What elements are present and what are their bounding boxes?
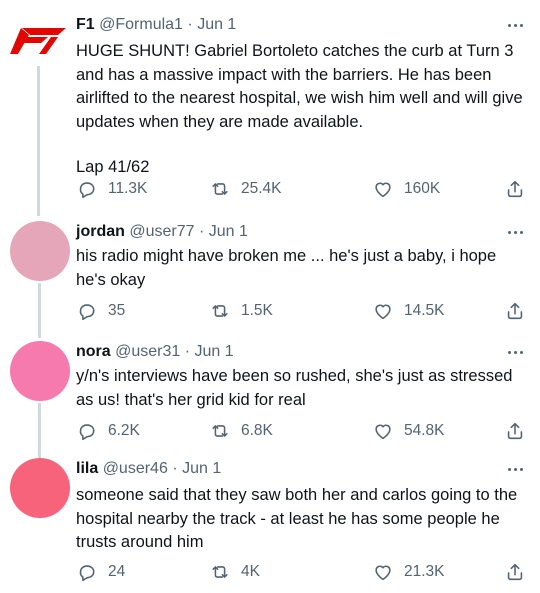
- more-options-icon[interactable]: [504, 222, 526, 242]
- separator: ·: [184, 343, 191, 360]
- f1-logo-icon: [10, 28, 66, 54]
- heart-icon: [375, 565, 391, 581]
- display-name[interactable]: F1: [76, 16, 95, 33]
- heart-icon: [375, 424, 391, 440]
- separator: ·: [172, 460, 178, 477]
- retweet-icon: [212, 183, 228, 195]
- share-button[interactable]: [504, 419, 526, 443]
- like-count: 21.3K: [404, 563, 445, 580]
- heart-icon: [375, 182, 391, 198]
- display-name[interactable]: jordan: [76, 223, 125, 240]
- reply-count: 6.2K: [108, 422, 140, 439]
- retweet-button[interactable]: 4K: [209, 560, 260, 584]
- retweet-icon: [212, 566, 228, 578]
- like-count: 160K: [404, 180, 441, 197]
- share-icon: [507, 422, 523, 440]
- tweet-date[interactable]: Jun 1: [197, 16, 236, 33]
- tweet-paragraph: HUGE SHUNT! Gabriel Bortoleto catches th…: [76, 42, 523, 131]
- reply-icon: [79, 565, 95, 582]
- more-options-icon[interactable]: [504, 15, 526, 35]
- retweet-button[interactable]: 6.8K: [209, 419, 273, 443]
- reply-icon: [79, 182, 95, 199]
- share-button[interactable]: [504, 299, 526, 323]
- thread-line: [38, 403, 41, 458]
- reply-button[interactable]: 6.2K: [76, 419, 140, 443]
- like-button[interactable]: 54.8K: [372, 419, 445, 443]
- tweet-reply[interactable]: nora @user31 · Jun 1 y/n's interviews ha…: [0, 341, 540, 458]
- share-button[interactable]: [504, 177, 526, 201]
- tweet-paragraph: Lap 41/62: [76, 158, 150, 176]
- more-options-icon[interactable]: [504, 342, 526, 362]
- reply-button[interactable]: 35: [76, 299, 125, 323]
- tweet-date[interactable]: Jun 1: [195, 343, 234, 360]
- action-bar: 24 4K 21.3K: [76, 560, 528, 584]
- tweet-text: HUGE SHUNT! Gabriel Bortoleto catches th…: [76, 40, 528, 180]
- heart-icon: [375, 304, 391, 320]
- action-bar: 35 1.5K 14.5K: [76, 299, 528, 323]
- action-bar: 11.3K 25.4K 160K: [76, 177, 528, 201]
- retweet-count: 6.8K: [241, 422, 273, 439]
- share-button[interactable]: [504, 560, 526, 584]
- like-button[interactable]: 160K: [372, 177, 440, 201]
- tweet-f1[interactable]: F1 @Formula1 · Jun 1 HUGE SHUNT! Gabriel…: [0, 14, 540, 216]
- reply-button[interactable]: 11.3K: [76, 177, 147, 201]
- more-options-icon[interactable]: [504, 459, 526, 479]
- avatar[interactable]: [10, 221, 70, 281]
- share-icon: [507, 180, 523, 198]
- user-handle[interactable]: @user77: [129, 223, 194, 240]
- tweet-text: his radio might have broken me ... he's …: [76, 245, 528, 292]
- tweet-header: F1 @Formula1 · Jun 1: [76, 14, 236, 36]
- tweet-date[interactable]: Jun 1: [182, 460, 221, 477]
- like-button[interactable]: 21.3K: [372, 560, 445, 584]
- user-handle[interactable]: @Formula1: [99, 16, 183, 33]
- tweet-thread: F1 @Formula1 · Jun 1 HUGE SHUNT! Gabriel…: [0, 0, 540, 593]
- display-name[interactable]: lila: [76, 460, 98, 477]
- retweet-count: 25.4K: [241, 180, 282, 197]
- tweet-paragraph: someone said that they saw both her and …: [76, 486, 518, 551]
- reply-icon: [79, 424, 95, 441]
- tweet-reply[interactable]: lila @user46 · Jun 1 someone said that t…: [0, 458, 540, 588]
- reply-count: 11.3K: [108, 180, 148, 197]
- retweet-button[interactable]: 1.5K: [209, 299, 273, 323]
- like-count: 54.8K: [404, 422, 445, 439]
- separator: ·: [198, 223, 205, 240]
- retweet-icon: [212, 305, 228, 317]
- tweet-header: jordan @user77 · Jun 1: [76, 221, 248, 243]
- retweet-count: 4K: [241, 563, 260, 580]
- like-count: 14.5K: [404, 302, 445, 319]
- retweet-count: 1.5K: [241, 302, 273, 319]
- avatar[interactable]: [8, 20, 72, 80]
- display-name[interactable]: nora: [76, 343, 111, 360]
- share-icon: [507, 302, 523, 320]
- avatar[interactable]: [10, 341, 70, 401]
- tweet-header: nora @user31 · Jun 1: [76, 341, 234, 363]
- like-button[interactable]: 14.5K: [372, 299, 445, 323]
- tweet-text: someone said that they saw both her and …: [76, 484, 528, 555]
- tweet-text: y/n's interviews have been so rushed, sh…: [76, 365, 528, 412]
- retweet-button[interactable]: 25.4K: [209, 177, 282, 201]
- reply-count: 24: [108, 563, 126, 580]
- reply-button[interactable]: 24: [76, 560, 125, 584]
- tweet-paragraph: y/n's interviews have been so rushed, sh…: [76, 367, 513, 409]
- user-handle[interactable]: @user31: [115, 343, 180, 360]
- tweet-reply[interactable]: jordan @user77 · Jun 1 his radio might h…: [0, 221, 540, 338]
- separator: ·: [187, 16, 193, 33]
- reply-count: 35: [108, 302, 126, 319]
- action-bar: 6.2K 6.8K 54.8K: [76, 419, 528, 443]
- thread-line: [37, 66, 40, 216]
- tweet-paragraph: his radio might have broken me ... he's …: [76, 247, 497, 289]
- tweet-date[interactable]: Jun 1: [209, 223, 248, 240]
- share-icon: [507, 563, 523, 581]
- thread-line: [38, 283, 41, 338]
- retweet-icon: [212, 425, 228, 437]
- avatar[interactable]: [10, 458, 70, 518]
- reply-icon: [79, 304, 95, 321]
- user-handle[interactable]: @user46: [103, 460, 168, 477]
- tweet-header: lila @user46 · Jun 1: [76, 458, 221, 480]
